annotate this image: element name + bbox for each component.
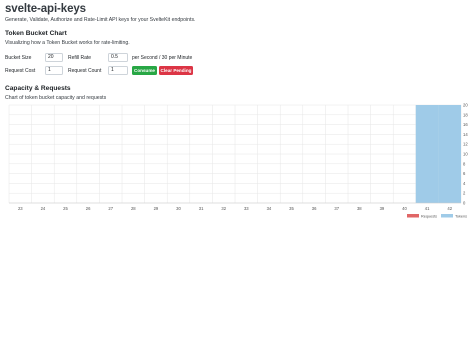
bucket-size-label: Bucket Size xyxy=(5,55,32,61)
y-tick-label: 0 xyxy=(463,201,466,206)
x-tick-label: 24 xyxy=(41,206,46,211)
legend-swatch-tokens xyxy=(441,214,453,218)
x-tick-label: 32 xyxy=(221,206,226,211)
y-tick-label: 6 xyxy=(463,171,466,176)
x-tick-label: 33 xyxy=(244,206,249,211)
bucket-size-input[interactable]: 20 xyxy=(45,53,63,62)
request-count-input[interactable]: 1 xyxy=(108,66,128,75)
x-tick-label: 28 xyxy=(131,206,136,211)
token-bucket-description: Visualizing how a Token Bucket works for… xyxy=(5,40,130,46)
clear-pending-button[interactable]: Clear Pending xyxy=(159,66,193,75)
x-tick-label: 31 xyxy=(199,206,204,211)
y-tick-label: 14 xyxy=(463,132,468,137)
x-tick-label: 23 xyxy=(18,206,23,211)
x-tick-label: 35 xyxy=(289,206,294,211)
x-tick-label: 38 xyxy=(357,206,362,211)
x-tick-label: 25 xyxy=(63,206,68,211)
legend-swatch-requests xyxy=(407,214,419,218)
refill-rate-input[interactable]: 0.5 xyxy=(108,53,128,62)
refill-rate-label: Refill Rate xyxy=(68,55,92,61)
capacity-chart: 0246810121416182023 24 25 26 27 28 29 30 31 32 33 3… xyxy=(8,103,468,218)
page-subtitle: Generate, Validate, Authorize and Rate-L… xyxy=(5,17,196,23)
x-tick-label: 36 xyxy=(312,206,317,211)
x-tick-label: 26 xyxy=(86,206,91,211)
legend-label-requests: Requests xyxy=(421,214,437,218)
tokens-bar xyxy=(415,105,439,203)
request-cost-input[interactable]: 1 xyxy=(45,66,63,75)
x-tick-label: 39 xyxy=(380,206,385,211)
consume-button[interactable]: Consume xyxy=(132,66,157,75)
y-tick-label: 18 xyxy=(463,112,468,117)
x-tick-label: 27 xyxy=(108,206,113,211)
y-tick-label: 8 xyxy=(463,161,466,166)
request-count-label: Request Count xyxy=(68,68,102,74)
x-tick-label: 37 xyxy=(334,206,339,211)
x-tick-label: 42 xyxy=(447,206,452,211)
x-tick-label: 34 xyxy=(267,206,272,211)
y-tick-label: 10 xyxy=(463,152,468,157)
capacity-heading: Capacity & Requests xyxy=(5,85,71,92)
x-tick-label: 41 xyxy=(425,206,430,211)
legend-label-tokens: Tokens xyxy=(455,214,467,218)
x-tick-label: 40 xyxy=(402,206,407,211)
request-cost-label: Request Cost xyxy=(5,68,36,74)
tokens-bar xyxy=(438,105,461,203)
refill-rate-unit: per Second / 30 per Minute xyxy=(132,55,193,61)
y-tick-label: 12 xyxy=(463,142,468,147)
x-tick-label: 30 xyxy=(176,206,181,211)
x-tick-label: 29 xyxy=(154,206,159,211)
page-title: svelte-api-keys xyxy=(5,3,86,15)
y-tick-label: 2 xyxy=(463,191,466,196)
y-tick-label: 20 xyxy=(463,103,468,108)
y-tick-label: 16 xyxy=(463,122,468,127)
token-bucket-heading: Token Bucket Chart xyxy=(5,30,67,37)
y-tick-label: 4 xyxy=(463,181,466,186)
